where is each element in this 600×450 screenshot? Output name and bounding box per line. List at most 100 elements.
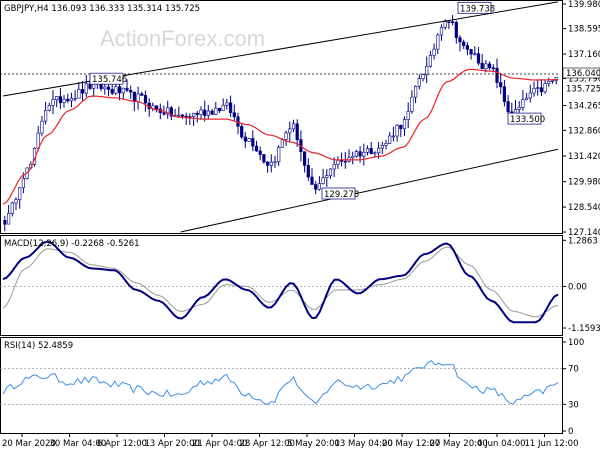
candle-body — [521, 99, 525, 108]
candle-body — [354, 151, 359, 157]
candle-body — [484, 63, 488, 70]
macd-line — [2, 240, 559, 324]
candle-body — [81, 89, 85, 94]
candle-body — [129, 90, 133, 93]
candle-body — [402, 119, 407, 130]
candle-body — [487, 63, 492, 69]
candle-body — [539, 87, 543, 93]
candle-body — [214, 107, 218, 115]
candle-body — [495, 68, 499, 83]
y-tick-label: 128.540 — [568, 203, 600, 213]
candle-body — [517, 107, 521, 110]
price-plot: 135.746 139.738 129.278 133.500 — [0, 1, 559, 233]
candle-body — [454, 22, 458, 38]
candle-body — [369, 148, 373, 154]
candle-body — [543, 83, 547, 93]
candle-body — [284, 132, 288, 140]
candle-body — [143, 95, 148, 104]
candle-body — [317, 183, 322, 190]
y-tick-label: 134.265 — [568, 102, 600, 112]
candle-body — [458, 37, 462, 43]
candle-body — [155, 105, 159, 110]
candle-body — [280, 139, 285, 148]
annotation-label: 129.278 — [324, 190, 359, 200]
macd-y-tick-label: -1.1593 — [568, 324, 600, 334]
rsi-y-tick-label: 0 — [568, 427, 573, 437]
rsi-y-tick-label: 30 — [568, 400, 579, 410]
ma-price-label: 135.725 — [566, 85, 600, 95]
rsi-y-tick-label: 70 — [568, 365, 579, 375]
candle-body — [177, 114, 181, 117]
candle-body — [199, 109, 203, 115]
candle-body — [447, 21, 451, 23]
candle-body — [373, 152, 377, 155]
candle-body — [410, 96, 414, 112]
main-header: GBPJPY,H4 136.093 136.333 135.314 135.72… — [4, 4, 200, 14]
candle-body — [247, 138, 251, 142]
candle-body — [258, 150, 262, 155]
candle-body — [288, 128, 292, 134]
candle-body — [443, 21, 447, 28]
x-tick-label: 20 Mar 2020 — [2, 439, 56, 449]
candle-body — [162, 112, 166, 115]
candle-body — [295, 123, 299, 141]
rsi-plot — [0, 359, 562, 406]
annotation-label: 139.738 — [460, 4, 495, 14]
channel-lower-line — [180, 148, 559, 233]
candle-body — [265, 161, 270, 166]
annotation-label: 133.500 — [510, 115, 545, 125]
candle-body — [432, 48, 436, 56]
x-tick-label: 11 Jun 12:00 — [525, 439, 579, 449]
candle-body — [406, 111, 410, 120]
candle-body — [384, 143, 388, 146]
candle-body — [43, 110, 48, 122]
candle-body — [550, 80, 555, 82]
candles — [3, 15, 558, 232]
rsi-header: RSI(14) 52.4859 — [4, 341, 73, 351]
candle-body — [77, 89, 81, 99]
candle-body — [66, 98, 70, 102]
candle-body — [358, 151, 362, 157]
candle-body — [506, 101, 510, 113]
candle-body — [269, 161, 273, 166]
signal-line — [2, 246, 559, 318]
candle-body — [140, 93, 144, 96]
candle-body — [362, 152, 366, 157]
candle-body — [343, 160, 347, 163]
candle-body — [314, 184, 318, 190]
macd-y-tick-label: 0.00 — [568, 282, 587, 292]
candle-body — [332, 164, 336, 170]
candle-body — [47, 105, 51, 111]
candle-body — [425, 65, 429, 75]
axes: 139.980138.595137.160135.790134.265132.8… — [2, 0, 600, 449]
candle-body — [450, 21, 455, 24]
candle-body — [40, 120, 44, 134]
candle-body — [524, 97, 529, 101]
macd-header: MACD(12,26,9) -0.2268 -0.5261 — [4, 239, 140, 249]
rsi-y-tick-label: 100 — [568, 338, 584, 348]
candle-body — [62, 98, 66, 103]
candle-body — [310, 176, 314, 185]
x-tick-label: 4 Jun 04:00 — [477, 439, 526, 449]
candle-body — [325, 175, 329, 178]
candle-body — [114, 86, 118, 94]
candle-body — [251, 138, 255, 147]
candle-body — [84, 83, 88, 94]
macd-plot — [0, 240, 562, 324]
candle-body — [51, 99, 55, 106]
candle-body — [473, 53, 477, 56]
candle-body — [306, 165, 310, 178]
candle-body — [221, 104, 225, 111]
candle-body — [232, 112, 236, 118]
annotation-label: 135.746 — [92, 75, 127, 85]
candle-body — [439, 26, 444, 36]
candle-body — [528, 92, 532, 99]
candle-body — [262, 154, 266, 163]
rsi-panel-frame — [0, 337, 563, 434]
candle-body — [273, 161, 277, 164]
candle-body — [103, 86, 107, 90]
candle-body — [476, 53, 481, 64]
candle-body — [462, 41, 466, 46]
candle-body — [180, 114, 185, 117]
candle-body — [339, 160, 344, 162]
